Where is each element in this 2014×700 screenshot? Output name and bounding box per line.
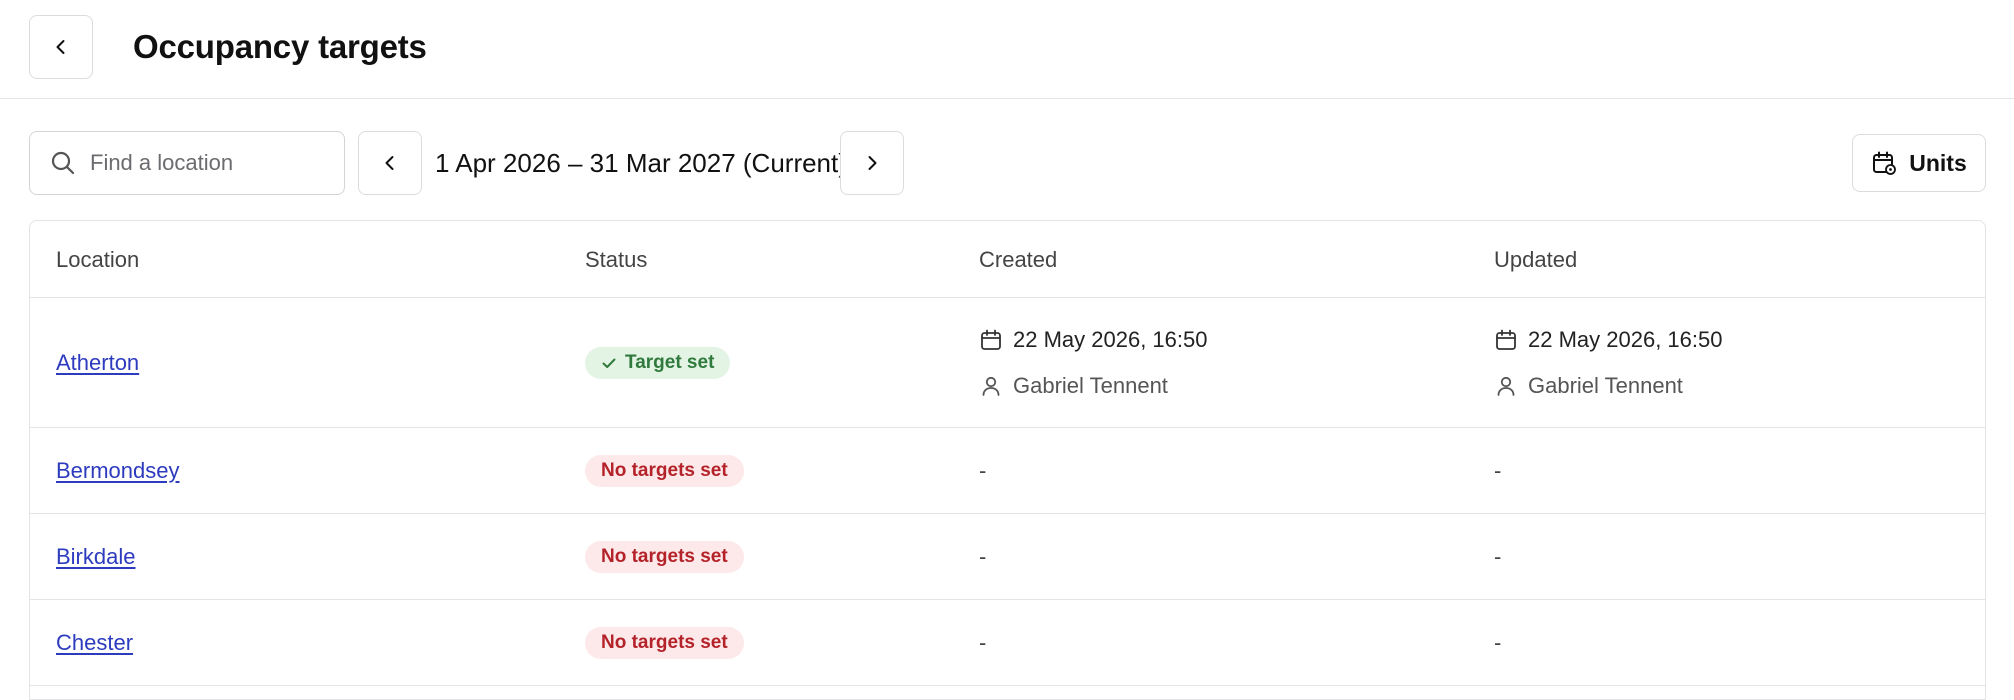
updated-cell: - bbox=[1494, 457, 1502, 483]
user-icon bbox=[1494, 374, 1518, 398]
chevron-left-icon bbox=[51, 37, 71, 57]
created-cell: - bbox=[979, 457, 987, 483]
updated-cell: 22 May 2026, 16:50 Gabriel Tennent bbox=[1494, 325, 1722, 401]
updated-by: Gabriel Tennent bbox=[1528, 372, 1683, 398]
chevron-right-icon bbox=[862, 153, 882, 173]
table-row: Atherton Target set 22 May 2026, 16:50 G… bbox=[30, 298, 1985, 428]
column-header-created[interactable]: Created bbox=[979, 221, 1057, 298]
page-header: Occupancy targets bbox=[0, 0, 2014, 99]
created-date: 22 May 2026, 16:50 bbox=[1013, 326, 1208, 352]
back-button[interactable] bbox=[29, 15, 93, 79]
created-cell: 22 May 2026, 16:50 Gabriel Tennent bbox=[979, 325, 1207, 401]
location-link[interactable]: Chester bbox=[56, 630, 133, 655]
status-badge: Target set bbox=[585, 346, 731, 379]
column-header-status[interactable]: Status bbox=[585, 221, 647, 298]
search-icon bbox=[50, 150, 76, 176]
status-badge-label: Target set bbox=[625, 351, 715, 373]
status-badge: No targets set bbox=[585, 540, 744, 573]
units-button-label: Units bbox=[1909, 149, 1967, 176]
previous-period-button[interactable] bbox=[358, 131, 422, 195]
table-header: Location Status Created Updated bbox=[30, 221, 1985, 298]
units-button[interactable]: Units bbox=[1852, 134, 1986, 192]
toolbar: 1 Apr 2026 – 31 Mar 2027 (Current) Units bbox=[0, 131, 2014, 195]
search-box[interactable] bbox=[29, 131, 345, 195]
locations-table: Location Status Created Updated Atherton… bbox=[29, 220, 1986, 700]
calendar-settings-icon bbox=[1871, 150, 1897, 176]
next-period-button[interactable] bbox=[840, 131, 904, 195]
created-cell: - bbox=[979, 543, 987, 569]
calendar-icon bbox=[1494, 328, 1518, 352]
status-badge-label: No targets set bbox=[601, 545, 728, 567]
chevron-left-icon bbox=[380, 153, 400, 173]
calendar-icon bbox=[979, 328, 1003, 352]
table-row: Birkdale No targets set - - bbox=[30, 514, 1985, 600]
status-badge: No targets set bbox=[585, 454, 744, 487]
column-header-location[interactable]: Location bbox=[56, 221, 139, 298]
search-input[interactable] bbox=[90, 150, 330, 176]
location-link[interactable]: Atherton bbox=[56, 350, 139, 375]
table-row: Bermondsey No targets set - - bbox=[30, 428, 1985, 514]
updated-cell: - bbox=[1494, 629, 1502, 655]
location-link[interactable]: Birkdale bbox=[56, 544, 135, 569]
status-badge: No targets set bbox=[585, 626, 744, 659]
table-row: Chester No targets set - - bbox=[30, 600, 1985, 686]
created-cell: - bbox=[979, 629, 987, 655]
page-title: Occupancy targets bbox=[133, 28, 427, 65]
status-badge-label: No targets set bbox=[601, 459, 728, 481]
updated-date: 22 May 2026, 16:50 bbox=[1528, 326, 1723, 352]
period-label: 1 Apr 2026 – 31 Mar 2027 (Current) bbox=[435, 148, 847, 178]
column-header-updated[interactable]: Updated bbox=[1494, 221, 1577, 298]
created-by: Gabriel Tennent bbox=[1013, 372, 1168, 398]
status-badge-label: No targets set bbox=[601, 631, 728, 653]
check-icon bbox=[601, 355, 617, 371]
updated-cell: - bbox=[1494, 543, 1502, 569]
location-link[interactable]: Bermondsey bbox=[56, 458, 180, 483]
user-icon bbox=[979, 374, 1003, 398]
